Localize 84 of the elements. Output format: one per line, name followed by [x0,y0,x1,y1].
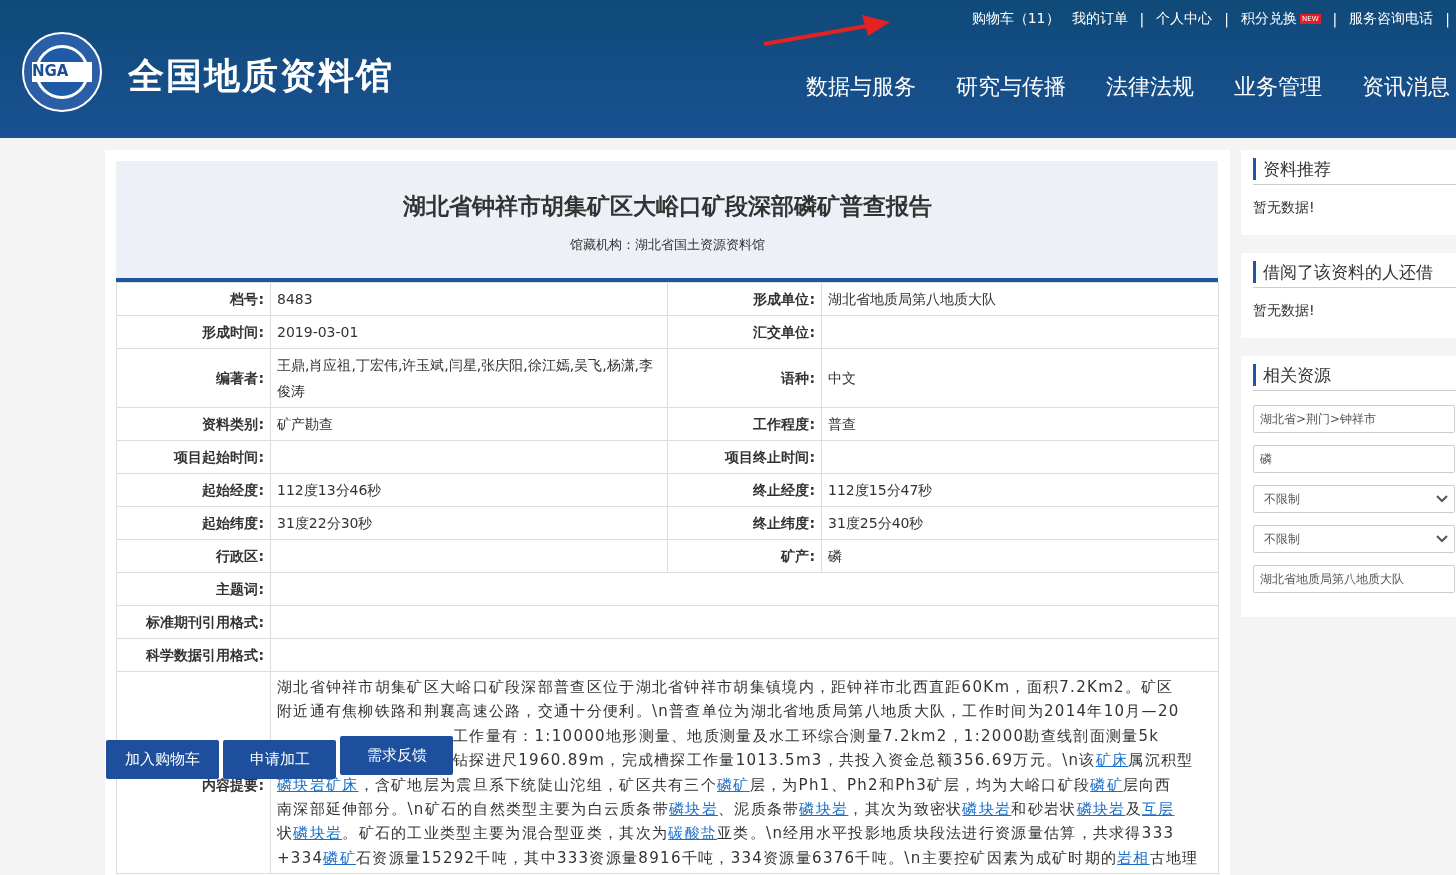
abstract-line: +334磷矿石资源量15292千吨，其中333资源量8916千吨，334资源量6376千吨。\n主要控矿因素为成矿时期的岩相古地理 [277,847,1200,869]
term-link[interactable]: 岩相 [1117,848,1150,867]
field-value: 31度22分30秒 [270,506,668,540]
top-link[interactable]: 我的订单 [1071,10,1128,28]
field-value: 磷 [821,539,1219,573]
top-link[interactable]: 购物车（11） [971,10,1060,28]
term-link[interactable]: 磷块岩 [962,800,1012,819]
field-label: 起始经度: [116,473,271,507]
field-label: 终止经度: [667,473,822,507]
field-value: 湖北省地质局第八地质大队 [821,282,1219,316]
term-link[interactable]: 磷矿 [717,775,750,794]
nav-item[interactable]: 数据与服务 [806,72,916,102]
field-value: 2019-03-01 [270,315,668,349]
field-label: 语种: [667,348,822,408]
abstract-line: 状磷块岩。矿石的工业类型主要为混合型亚类，其次为碳酸盐亚类。\n经用水平投影地质块段法进行资源量估算，共求得333 [277,823,1176,845]
field-label: 行政区: [116,539,271,573]
input-field[interactable]: 湖北省地质局第八地质大队 [1253,565,1455,593]
nav-item[interactable]: 资讯消息 [1362,72,1450,102]
panel-heading: 相关资源 [1253,364,1331,386]
abstract-line: 工作量有：1:10000地形测量、地质测量及水工环综合测量7.2km2，1:2000勘查线剖面测量5k [452,725,1161,747]
logo-text: NGA [32,62,69,80]
field-label: 项目终止时间: [667,440,822,474]
abstract-line: 湖北省钟祥市胡集矿区大峪口矿段深部普查区位于湖北省钟祥市胡集镇境内，距钟祥市北西直距60Km，面积7.2Km2。矿区 [277,677,1175,698]
field-label: 形成时间: [116,315,271,349]
abstract-line: 南深部延伸部分。\n矿石的自然类型主要为白云质条带磷块岩、泥质条带磷块岩，其次为致密状磷块岩和砂岩状磷块岩及互层 [277,799,1176,821]
top-link[interactable]: 服务咨询电话 [1349,10,1434,28]
field-label: 主题词: [116,572,271,606]
field-label: 起始纬度: [116,506,271,540]
select-value: 不限制 [1264,530,1300,548]
term-link[interactable]: 碳酸盐 [668,824,718,843]
field-label: 终止纬度: [667,506,822,540]
input-field[interactable]: 湖北省>荆门>钟祥市 [1253,405,1455,433]
action-button[interactable]: 需求反馈 [340,736,453,775]
select-field[interactable]: 不限制 [1253,485,1455,513]
field-label: 矿产: [667,539,822,573]
site-title: 全国地质资料馆 [128,54,394,98]
select-field[interactable]: 不限制 [1253,525,1455,553]
panel-heading: 资料推荐 [1253,158,1331,180]
term-link[interactable]: 磷块岩 [293,824,343,843]
field-label: 档号: [116,282,271,316]
term-link[interactable]: 磷块岩 [1076,800,1126,819]
chevron-down-icon [1436,495,1448,503]
field-label: 汇交单位: [667,315,822,349]
term-link[interactable]: 磷块岩 [669,800,718,819]
input-field[interactable]: 磷 [1253,445,1455,473]
separator: | [1139,11,1145,27]
separator: | [1224,11,1229,27]
chevron-down-icon [1436,535,1448,543]
field-label: 形成单位: [667,282,822,316]
separator: | [1332,11,1338,27]
field-label: 资料类别: [116,407,271,441]
term-link[interactable]: 矿床 [1095,751,1129,770]
field-value: 112度13分46秒 [270,473,668,507]
select-value: 不限制 [1264,490,1300,508]
term-link[interactable]: 互层 [1141,800,1175,819]
term-link[interactable]: 磷矿 [323,848,356,867]
nav-item[interactable]: 法律法规 [1106,72,1194,102]
nav-item[interactable]: 业务管理 [1234,72,1322,102]
field-value: 矿产勘查 [270,407,668,441]
field-label: 编著者: [116,348,271,408]
field-value: 112度15分47秒 [821,473,1219,507]
field-label: 标准期刊引用格式: [116,605,271,639]
field-label: 项目起始时间: [116,440,271,474]
field-label: 工作程度: [667,407,822,441]
field-value: 普查 [821,407,1219,441]
term-link[interactable]: 磷矿 [1090,775,1123,794]
empty-text: 暂无数据! [1253,199,1316,217]
term-link[interactable]: 磷块岩 [799,800,849,819]
separator: | [1445,11,1450,27]
top-link[interactable]: 个人中心 [1156,10,1213,28]
holder-text: 馆藏机构：湖北省国土资源资料馆 [568,236,766,254]
action-button[interactable]: 加入购物车 [106,740,219,779]
report-title: 湖北省钟祥市胡集矿区大峪口矿段深部磷矿普查报告 [401,192,933,221]
empty-text: 暂无数据! [1253,302,1316,320]
field-value: 王鼎,肖应祖,丁宏伟,许玉斌,闫星,张庆阳,徐江嫣,吴飞,杨潇,李俊涛 [270,348,668,408]
field-label: 科学数据引用格式: [116,638,271,672]
action-button[interactable]: 申请加工 [223,740,336,779]
logo-emblem-icon [22,32,102,112]
nav-item[interactable]: 研究与传播 [956,72,1066,102]
panel-heading: 借阅了该资料的人还借 [1253,261,1433,283]
field-value: 中文 [821,348,1219,408]
field-value: 8483 [270,282,668,316]
field-value: 31度25分40秒 [821,506,1219,540]
abstract-line: 附近通有焦柳铁路和荆襄高速公路，交通十分便利。\n普查单位为湖北省地质局第八地质大队，工作时间为2014年10月—20 [277,701,1181,723]
